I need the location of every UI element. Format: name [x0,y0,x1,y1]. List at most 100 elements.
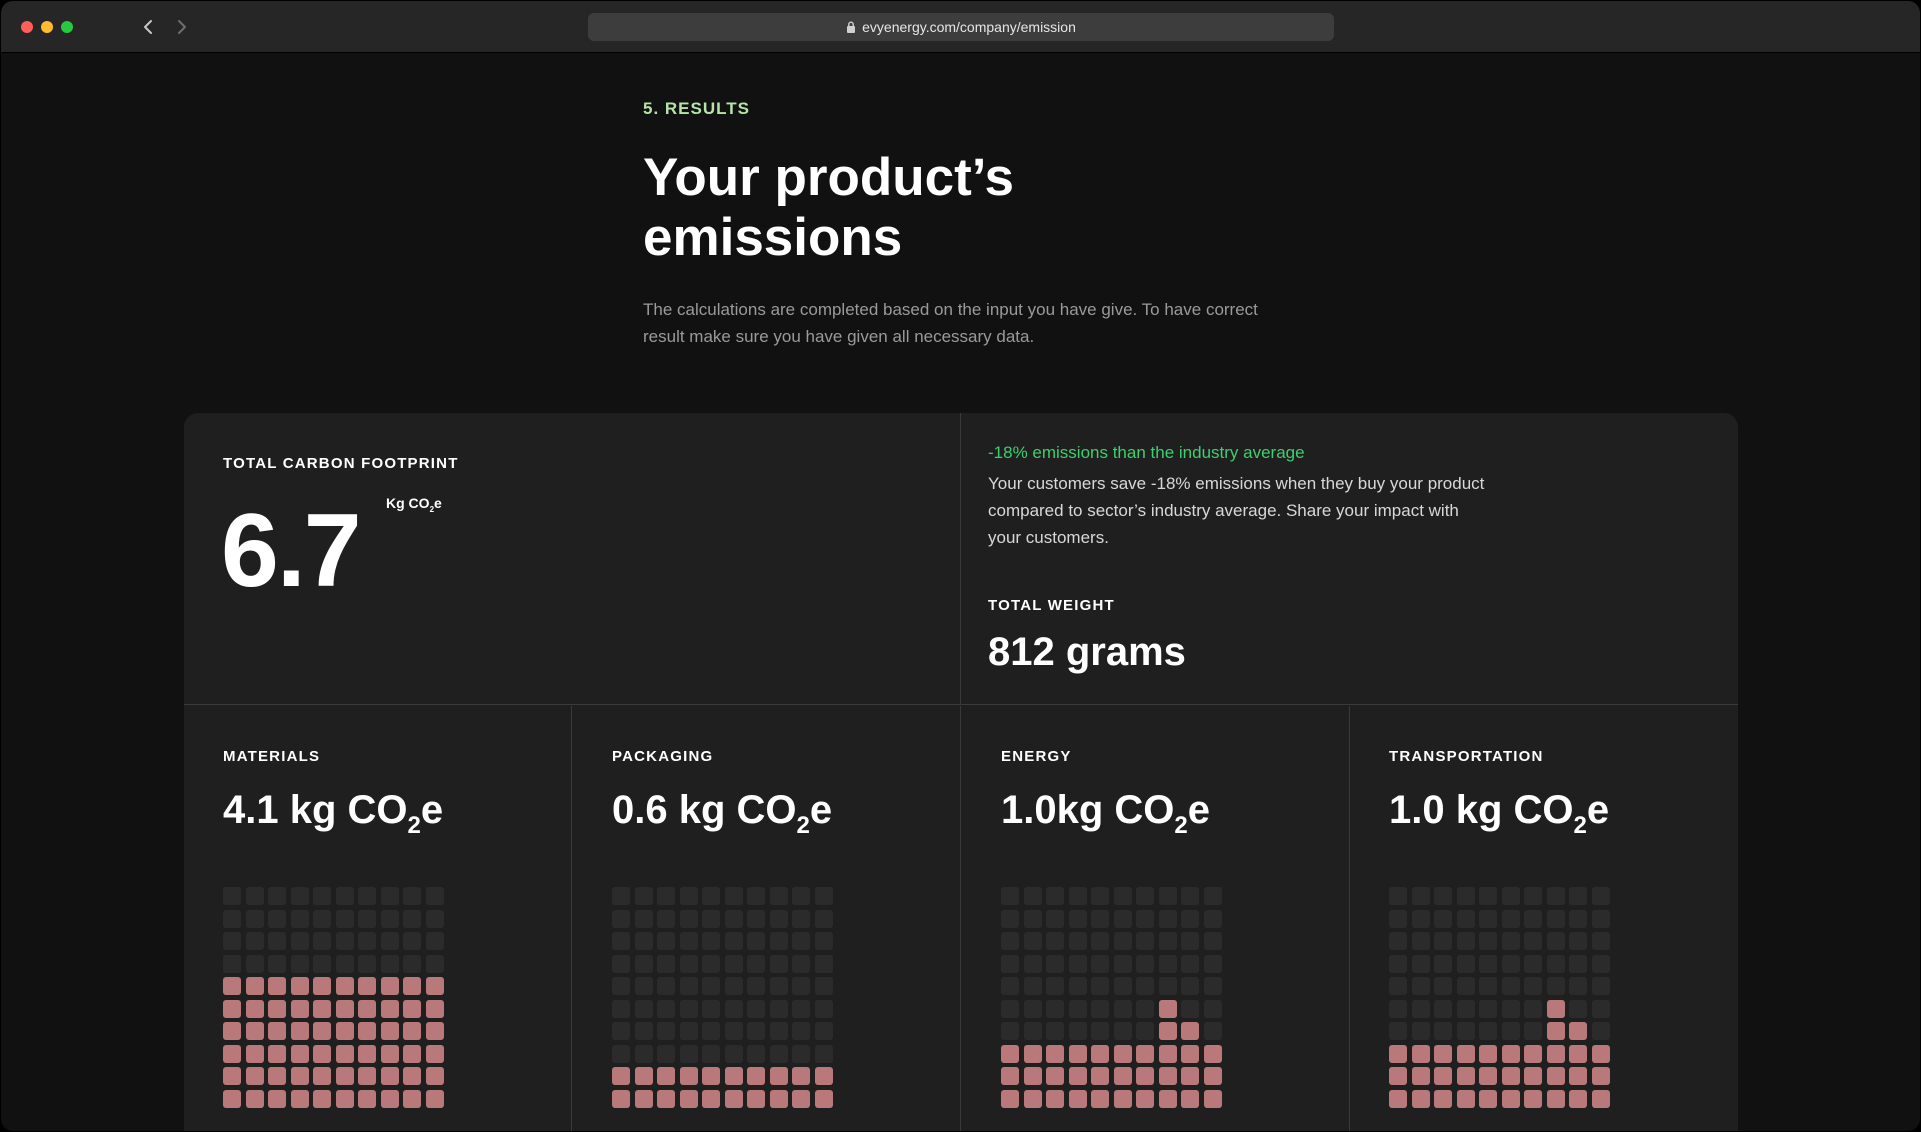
waffle-cell-filled [380,1067,399,1085]
waffle-cell-filled [657,1089,675,1108]
waffle-cell-filled [358,1067,376,1085]
waffle-cell-filled [358,1089,376,1108]
waffle-cell-empty [1524,909,1542,928]
total-footprint-panel: TOTAL CARBON FOOTPRINT 6.7 Kg CO2e [184,413,961,705]
waffle-cell-filled [268,1089,286,1108]
waffle-cell-filled [1068,1067,1087,1085]
waffle-cell-empty [1389,1022,1407,1040]
waffle-cell-filled [313,1067,331,1085]
waffle-cell-filled [612,1089,630,1108]
waffle-cell-empty [403,932,421,950]
waffle-cell-empty [380,954,399,973]
waffle-cell-empty [814,932,833,950]
waffle-cell-filled [1203,1044,1222,1063]
waffle-cell-empty [634,954,653,973]
waffle-cell-empty [1389,932,1407,950]
close-window-button[interactable] [21,21,33,33]
waffle-cell-empty [634,909,653,928]
waffle-cell-filled [1591,1089,1610,1108]
waffle-cell-empty [1501,977,1520,995]
waffle-cell-empty [657,977,675,995]
waffle-cell-empty [657,909,675,928]
waffle-cell-filled [1479,1067,1497,1085]
waffle-cell-empty [769,887,788,905]
waffle-cell-empty [1569,887,1587,905]
waffle-cell-filled [612,1067,630,1085]
results-card: TOTAL CARBON FOOTPRINT 6.7 Kg CO2e -18% … [184,413,1738,1131]
waffle-cell-empty [268,887,286,905]
waffle-cell-empty [1411,887,1430,905]
waffle-cell-filled [724,1067,743,1085]
address-url: evyenergy.com/company/emission [862,19,1076,35]
waffle-cell-empty [358,887,376,905]
waffle-cell-empty [1091,954,1109,973]
waffle-cell-filled [268,999,286,1018]
waffle-grid [1389,887,1610,1108]
waffle-cell-empty [679,887,698,905]
waffle-cell-empty [313,909,331,928]
step-label: 5. RESULTS [643,99,750,118]
waffle-cell-empty [1434,954,1452,973]
waffle-cell-filled [380,1022,399,1040]
value-prefix: 1.0kg CO [1001,788,1175,832]
waffle-cell-empty [814,999,833,1018]
waffle-cell-empty [1181,977,1199,995]
waffle-cell-empty [1136,977,1154,995]
waffle-cell-empty [335,887,354,905]
address-bar[interactable]: evyenergy.com/company/emission [588,13,1334,41]
waffle-cell-filled [1158,1022,1177,1040]
waffle-cell-empty [1591,954,1610,973]
waffle-cell-empty [679,954,698,973]
category-value: 4.1 kg CO2e [223,788,443,838]
waffle-cell-filled [223,1067,241,1085]
total-footprint-value: 6.7 [221,493,362,609]
waffle-cell-empty [702,977,720,995]
waffle-cell-filled [1411,1067,1430,1085]
forward-button[interactable] [168,13,196,41]
waffle-cell-filled [335,1022,354,1040]
category-label: TRANSPORTATION [1389,748,1544,765]
waffle-cell-empty [1203,954,1222,973]
waffle-cell-empty [747,1022,765,1040]
waffle-cell-empty [1569,932,1587,950]
waffle-cell-empty [245,954,264,973]
waffle-cell-filled [268,1067,286,1085]
waffle-cell-empty [679,977,698,995]
waffle-cell-filled [1023,1044,1042,1063]
waffle-cell-empty [769,909,788,928]
waffle-cell-empty [1181,999,1199,1018]
waffle-cell-empty [679,909,698,928]
waffle-cell-filled [335,1044,354,1063]
comparison-text: Your customers save -18% emissions when … [988,474,1485,547]
waffle-cell-filled [1091,1089,1109,1108]
category-packaging: PACKAGING 0.6 kg CO2e [573,706,961,1131]
waffle-cell-empty [657,1022,675,1040]
waffle-cell-empty [1411,909,1430,928]
waffle-cell-empty [814,909,833,928]
waffle-cell-filled [223,977,241,995]
waffle-cell-filled [1136,1089,1154,1108]
waffle-cell-empty [1591,977,1610,995]
waffle-cell-filled [1411,1044,1430,1063]
minimize-window-button[interactable] [41,21,53,33]
value-subscript: 2 [796,812,810,839]
waffle-cell-empty [1023,954,1042,973]
waffle-cell-empty [679,1022,698,1040]
waffle-cell-empty [1546,954,1565,973]
waffle-cell-filled [747,1089,765,1108]
page-content: 5. RESULTS Your product’s emissions The … [1,54,1920,1131]
back-button[interactable] [134,13,162,41]
waffle-cell-empty [1546,932,1565,950]
waffle-cell-empty [290,909,309,928]
waffle-cell-empty [747,932,765,950]
waffle-cell-empty [1203,977,1222,995]
waffle-cell-empty [1158,954,1177,973]
maximize-window-button[interactable] [61,21,73,33]
value-suffix: e [1187,788,1211,832]
waffle-cell-empty [1569,999,1587,1018]
waffle-cell-filled [814,1089,833,1108]
waffle-cell-filled [1524,1067,1542,1085]
waffle-cell-empty [268,909,286,928]
waffle-cell-empty [634,1022,653,1040]
waffle-cell-empty [1524,1022,1542,1040]
